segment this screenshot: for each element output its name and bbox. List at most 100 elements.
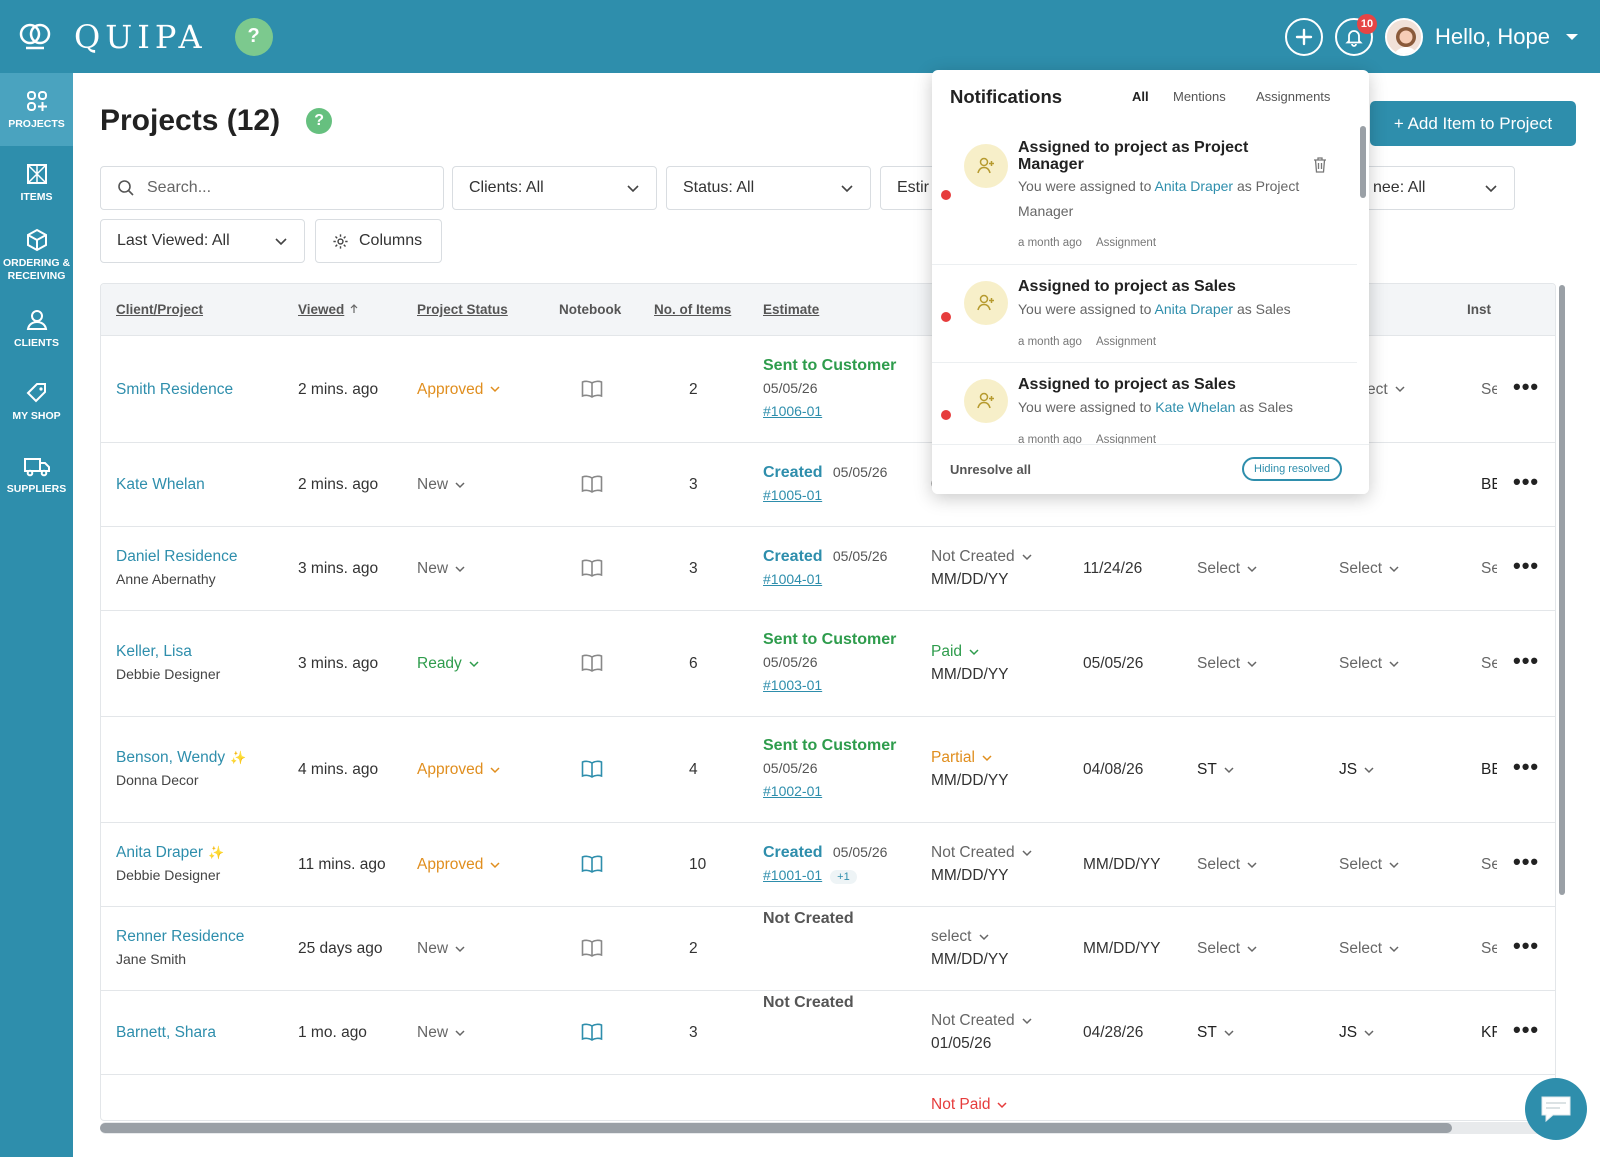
notification-item[interactable]: Assigned to project as Project Manager Y… (932, 126, 1357, 265)
vertical-scrollbar[interactable] (1556, 285, 1568, 895)
notebook-button[interactable] (581, 938, 603, 965)
sidebar-item-ordering-receiving[interactable]: ORDERING & RECEIVING (0, 219, 73, 292)
project-status-dropdown[interactable]: New (417, 473, 466, 496)
estimate-number-link[interactable]: #1002-01 (763, 780, 896, 803)
chevron-down-icon[interactable] (1564, 29, 1580, 45)
tab-assignments[interactable]: Assignments (1256, 89, 1330, 104)
column-header-estimate[interactable]: Estimate (763, 302, 819, 317)
notebook-button[interactable] (581, 1022, 603, 1049)
assignee-dropdown[interactable]: Select (1197, 937, 1258, 960)
project-name-link[interactable]: Benson, Wendy (116, 749, 225, 766)
greeting[interactable]: Hello, Hope (1435, 24, 1550, 50)
project-status-dropdown[interactable]: New (417, 557, 466, 580)
clients-filter[interactable]: Clients: All (452, 166, 657, 210)
payment-status-dropdown[interactable]: Paid (931, 640, 1009, 663)
last-viewed-filter[interactable]: Last Viewed: All (100, 219, 305, 263)
column-header-viewed[interactable]: Viewed (298, 302, 359, 317)
project-name-link[interactable]: Anita Draper (116, 844, 203, 861)
person-link[interactable]: Kate Whelan (1155, 399, 1235, 415)
notebook-button[interactable] (581, 558, 603, 585)
designer-dropdown[interactable]: Select (1339, 937, 1400, 960)
row-more-menu[interactable]: ••• (1513, 849, 1539, 875)
assignee-dropdown[interactable]: Select (1197, 557, 1258, 580)
scrollbar-thumb[interactable] (1559, 285, 1565, 895)
column-header-client-project[interactable]: Client/Project (116, 302, 203, 317)
row-more-menu[interactable]: ••• (1513, 553, 1539, 579)
table-row[interactable]: Not Paid (101, 1075, 1555, 1120)
row-more-menu[interactable]: ••• (1513, 754, 1539, 780)
payment-status-dropdown[interactable]: Not Created (931, 545, 1033, 568)
project-status-dropdown[interactable]: Ready (417, 652, 480, 675)
table-row[interactable]: Keller, Lisa Debbie Designer 3 mins. ago… (101, 611, 1555, 717)
row-more-menu[interactable]: ••• (1513, 648, 1539, 674)
project-status-dropdown[interactable]: Approved (417, 378, 501, 401)
search-field[interactable]: Search... (100, 166, 444, 210)
hiding-resolved-toggle[interactable]: Hiding resolved (1242, 457, 1342, 481)
sidebar-item-projects[interactable]: PROJECTS (0, 73, 73, 146)
help-button[interactable]: ? (234, 17, 273, 56)
designer-dropdown[interactable]: ect (1367, 378, 1406, 401)
horizontal-scrollbar[interactable] (100, 1122, 1556, 1134)
tab-mentions[interactable]: Mentions (1173, 89, 1226, 104)
payment-status-dropdown[interactable]: Partial (931, 746, 1009, 769)
payment-status-dropdown[interactable]: Not Created (931, 841, 1033, 864)
table-row[interactable]: Anita Draper ✨ Debbie Designer 11 mins. a… (101, 823, 1555, 907)
assignee-dropdown[interactable]: ST (1197, 1021, 1235, 1044)
notifications-scrollbar[interactable] (1359, 126, 1367, 444)
project-name-link[interactable]: Kate Whelan (116, 476, 205, 493)
project-status-dropdown[interactable]: New (417, 1021, 466, 1044)
table-row[interactable]: Barnett, Shara 1 mo. ago New 3 Not Created… (101, 991, 1555, 1075)
add-button[interactable] (1285, 17, 1324, 56)
project-status-dropdown[interactable]: Approved (417, 853, 501, 876)
person-link[interactable]: Anita Draper (1154, 301, 1233, 317)
notifications-button[interactable]: 10 (1335, 13, 1378, 56)
column-header-project-status[interactable]: Project Status (417, 302, 508, 317)
column-header-num-items[interactable]: No. of Items (654, 302, 731, 317)
assignee-dropdown[interactable]: Select (1197, 853, 1258, 876)
table-row[interactable]: Renner Residence Jane Smith 25 days ago N… (101, 907, 1555, 991)
notebook-button[interactable] (581, 759, 603, 786)
estimate-number-link[interactable]: #1001-01 (763, 867, 822, 883)
columns-button[interactable]: Columns (315, 219, 442, 263)
row-more-menu[interactable]: ••• (1513, 1017, 1539, 1043)
add-item-to-project-button[interactable]: + Add Item to Project (1370, 101, 1576, 146)
sidebar-item-items[interactable]: ITEMS (0, 146, 73, 219)
estimate-number-link[interactable]: #1003-01 (763, 674, 896, 697)
designer-dropdown[interactable]: JS (1339, 1021, 1375, 1044)
payment-status-dropdown[interactable]: select (931, 925, 1009, 948)
unresolve-all-button[interactable]: Unresolve all (950, 462, 1031, 477)
row-more-menu[interactable]: ••• (1513, 469, 1539, 495)
row-more-menu[interactable]: ••• (1513, 933, 1539, 959)
notebook-button[interactable] (581, 379, 603, 406)
scrollbar-thumb[interactable] (1360, 126, 1366, 198)
project-name-link[interactable]: Smith Residence (116, 381, 233, 398)
payment-status-dropdown[interactable]: Not Created (931, 1009, 1033, 1032)
designer-dropdown[interactable]: Select (1339, 652, 1400, 675)
estimate-number-link[interactable]: #1004-01 (763, 571, 822, 587)
notification-item[interactable]: Assigned to project as Sales You were as… (932, 265, 1357, 363)
sidebar-item-clients[interactable]: CLIENTS (0, 292, 73, 365)
estimate-number-link[interactable]: #1005-01 (763, 487, 822, 503)
estimate-extra-badge[interactable]: +1 (830, 870, 857, 884)
project-name-link[interactable]: Keller, Lisa (116, 643, 192, 660)
project-status-dropdown[interactable]: New (417, 937, 466, 960)
trash-icon[interactable] (1312, 156, 1328, 174)
status-filter[interactable]: Status: All (666, 166, 871, 210)
notebook-button[interactable] (581, 854, 603, 881)
notebook-button[interactable] (581, 653, 603, 680)
assignee-filter[interactable]: nee: All (1360, 166, 1515, 210)
designer-dropdown[interactable]: Select (1339, 853, 1400, 876)
page-help-button[interactable]: ? (306, 108, 333, 134)
designer-dropdown[interactable]: JS (1339, 758, 1375, 781)
row-more-menu[interactable]: ••• (1513, 374, 1539, 400)
assignee-dropdown[interactable]: ST (1197, 758, 1235, 781)
notebook-button[interactable] (581, 474, 603, 501)
logo[interactable]: QUIPA (18, 18, 207, 56)
scrollbar-thumb[interactable] (100, 1123, 1452, 1133)
project-name-link[interactable]: Renner Residence (116, 928, 244, 945)
payment-status-dropdown[interactable]: Not Paid (931, 1093, 1008, 1116)
sidebar-item-suppliers[interactable]: SUPPLIERS (0, 438, 73, 511)
person-link[interactable]: Anita Draper (1154, 178, 1233, 194)
assignee-dropdown[interactable]: Select (1197, 652, 1258, 675)
table-row[interactable]: Daniel Residence Anne Abernathy 3 mins. … (101, 527, 1555, 611)
